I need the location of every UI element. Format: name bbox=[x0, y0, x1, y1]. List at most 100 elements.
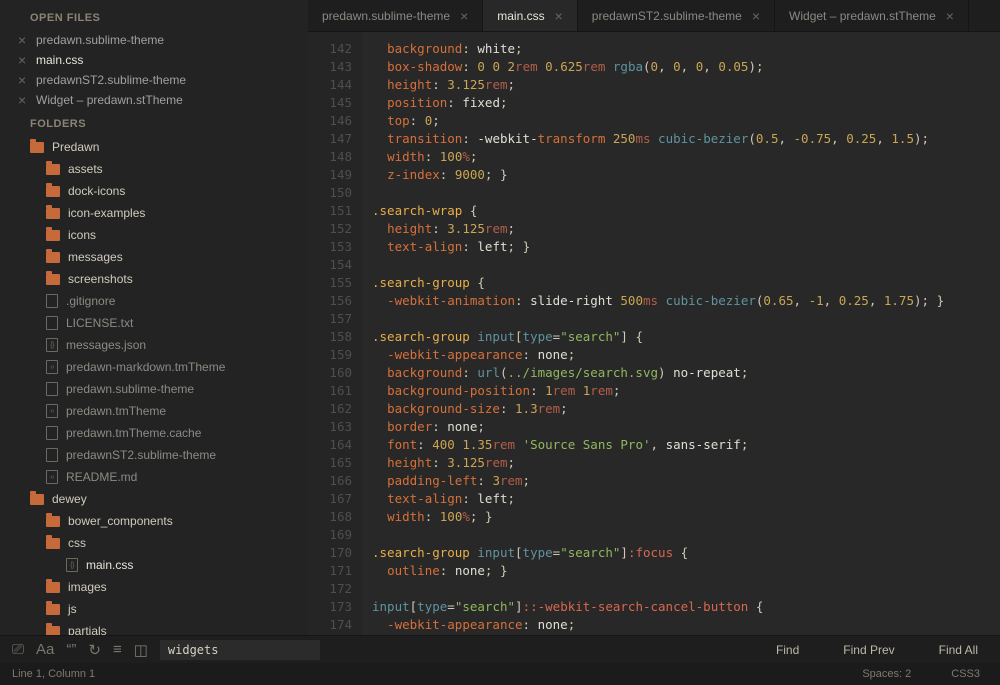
syntax-button[interactable]: CSS3 bbox=[931, 668, 1000, 680]
folder-icon bbox=[30, 142, 44, 153]
find-button[interactable]: Find bbox=[754, 636, 821, 664]
open-file-item[interactable]: ×main.css bbox=[0, 50, 308, 70]
close-icon[interactable]: × bbox=[18, 94, 28, 106]
file-item[interactable]: main.css bbox=[0, 554, 308, 576]
wrap-icon[interactable]: ↻ bbox=[88, 641, 101, 659]
folder-item[interactable]: images bbox=[0, 576, 308, 598]
tab-label: main.css bbox=[497, 9, 544, 23]
tabbar: predawn.sublime-theme×main.css×predawnST… bbox=[308, 0, 1000, 32]
folder-label: js bbox=[68, 602, 77, 616]
file-item[interactable]: messages.json bbox=[0, 334, 308, 356]
folder-label: assets bbox=[68, 162, 103, 176]
file-item[interactable]: LICENSE.txt bbox=[0, 312, 308, 334]
folder-label: icons bbox=[68, 228, 96, 242]
folder-icon bbox=[46, 208, 60, 219]
tab[interactable]: main.css × bbox=[483, 0, 578, 31]
file-icon bbox=[46, 404, 58, 418]
find-input[interactable] bbox=[160, 640, 320, 660]
folder-item[interactable]: bower_components bbox=[0, 510, 308, 532]
folder-icon bbox=[46, 186, 60, 197]
tab-label: predawnST2.sublime-theme bbox=[592, 9, 742, 23]
editor: predawn.sublime-theme×main.css×predawnST… bbox=[308, 0, 1000, 635]
folder-label: dock-icons bbox=[68, 184, 125, 198]
file-item[interactable]: predawn.tmTheme.cache bbox=[0, 422, 308, 444]
folder-item[interactable]: dock-icons bbox=[0, 180, 308, 202]
close-icon[interactable]: × bbox=[752, 8, 760, 24]
file-label: predawnST2.sublime-theme bbox=[66, 448, 216, 462]
file-icon bbox=[46, 360, 58, 374]
folder-item[interactable]: icon-examples bbox=[0, 202, 308, 224]
in-selection-icon[interactable]: ≡ bbox=[113, 641, 122, 658]
open-file-item[interactable]: × Widget – predawn.stTheme bbox=[0, 90, 308, 110]
folder-icon bbox=[46, 626, 60, 636]
code-content[interactable]: background: white; box-shadow: 0 0 2rem … bbox=[362, 32, 1000, 635]
folders-heading: FOLDERS bbox=[0, 110, 308, 136]
sidebar: OPEN FILES ×predawn.sublime-theme×main.c… bbox=[0, 0, 308, 635]
file-label: README.md bbox=[66, 470, 137, 484]
find-options: ⎚ Aa “” ↻ ≡ ◫ bbox=[0, 641, 160, 659]
find-prev-button[interactable]: Find Prev bbox=[821, 636, 916, 664]
file-icon bbox=[46, 426, 58, 440]
folder-item[interactable]: icons bbox=[0, 224, 308, 246]
folder-icon bbox=[46, 538, 60, 549]
find-all-button[interactable]: Find All bbox=[917, 636, 1000, 664]
file-label: messages.json bbox=[66, 338, 146, 352]
file-label: LICENSE.txt bbox=[66, 316, 133, 330]
folder-item[interactable]: dewey bbox=[0, 488, 308, 510]
file-label: main.css bbox=[86, 558, 133, 572]
code-area[interactable]: 142 143 144 145 146 147 148 149 150 151 … bbox=[308, 32, 1000, 635]
open-file-item[interactable]: × predawnST2.sublime-theme bbox=[0, 70, 308, 90]
file-label: .gitignore bbox=[66, 294, 115, 308]
tab[interactable]: Widget – predawn.stTheme × bbox=[775, 0, 969, 31]
folder-label: icon-examples bbox=[68, 206, 145, 220]
open-files-heading: OPEN FILES bbox=[0, 4, 308, 30]
statusbar: Line 1, Column 1 Spaces: 2 CSS3 bbox=[0, 663, 1000, 685]
folder-icon bbox=[46, 604, 60, 615]
folder-item[interactable]: partials bbox=[0, 620, 308, 635]
close-icon[interactable]: × bbox=[946, 8, 954, 24]
folder-item[interactable]: js bbox=[0, 598, 308, 620]
file-icon bbox=[46, 316, 58, 330]
folder-icon bbox=[46, 252, 60, 263]
close-icon[interactable]: × bbox=[555, 8, 563, 24]
file-icon bbox=[46, 382, 58, 396]
folder-icon bbox=[46, 164, 60, 175]
folder-item[interactable]: screenshots bbox=[0, 268, 308, 290]
folder-label: messages bbox=[68, 250, 123, 264]
close-icon[interactable]: × bbox=[460, 8, 468, 24]
file-item[interactable]: predawn-markdown.tmTheme bbox=[0, 356, 308, 378]
close-icon[interactable]: × bbox=[18, 74, 28, 86]
file-icon bbox=[46, 294, 58, 308]
file-label: predawn-markdown.tmTheme bbox=[66, 360, 225, 374]
indentation-button[interactable]: Spaces: 2 bbox=[842, 668, 931, 680]
close-icon[interactable]: × bbox=[18, 54, 28, 66]
file-item[interactable]: .gitignore bbox=[0, 290, 308, 312]
folder-item[interactable]: assets bbox=[0, 158, 308, 180]
tab[interactable]: predawnST2.sublime-theme × bbox=[578, 0, 775, 31]
open-file-label: predawn.sublime-theme bbox=[36, 33, 164, 47]
case-sensitive-icon[interactable]: Aa bbox=[36, 641, 54, 658]
tab[interactable]: predawn.sublime-theme× bbox=[308, 0, 483, 31]
folder-item[interactable]: messages bbox=[0, 246, 308, 268]
folder-label: partials bbox=[68, 624, 107, 635]
tab-label: Widget – predawn.stTheme bbox=[789, 9, 936, 23]
folder-item[interactable]: Predawn bbox=[0, 136, 308, 158]
close-icon[interactable]: × bbox=[18, 34, 28, 46]
file-icon bbox=[46, 448, 58, 462]
folder-icon bbox=[30, 494, 44, 505]
file-icon bbox=[46, 338, 58, 352]
whole-word-icon[interactable]: “” bbox=[66, 641, 76, 658]
file-item[interactable]: predawn.sublime-theme bbox=[0, 378, 308, 400]
file-item[interactable]: predawn.tmTheme bbox=[0, 400, 308, 422]
open-file-item[interactable]: × predawn.sublime-theme bbox=[0, 30, 308, 50]
file-item[interactable]: predawnST2.sublime-theme bbox=[0, 444, 308, 466]
folder-label: images bbox=[68, 580, 107, 594]
file-item[interactable]: README.md bbox=[0, 466, 308, 488]
folder-label: bower_components bbox=[68, 514, 173, 528]
folder-icon bbox=[46, 582, 60, 593]
highlight-icon[interactable]: ◫ bbox=[134, 641, 148, 659]
open-file-label: Widget – predawn.stTheme bbox=[36, 93, 183, 107]
open-file-label: predawnST2.sublime-theme bbox=[36, 73, 186, 87]
folder-item[interactable]: css bbox=[0, 532, 308, 554]
regex-icon[interactable]: ⎚ bbox=[12, 641, 24, 658]
